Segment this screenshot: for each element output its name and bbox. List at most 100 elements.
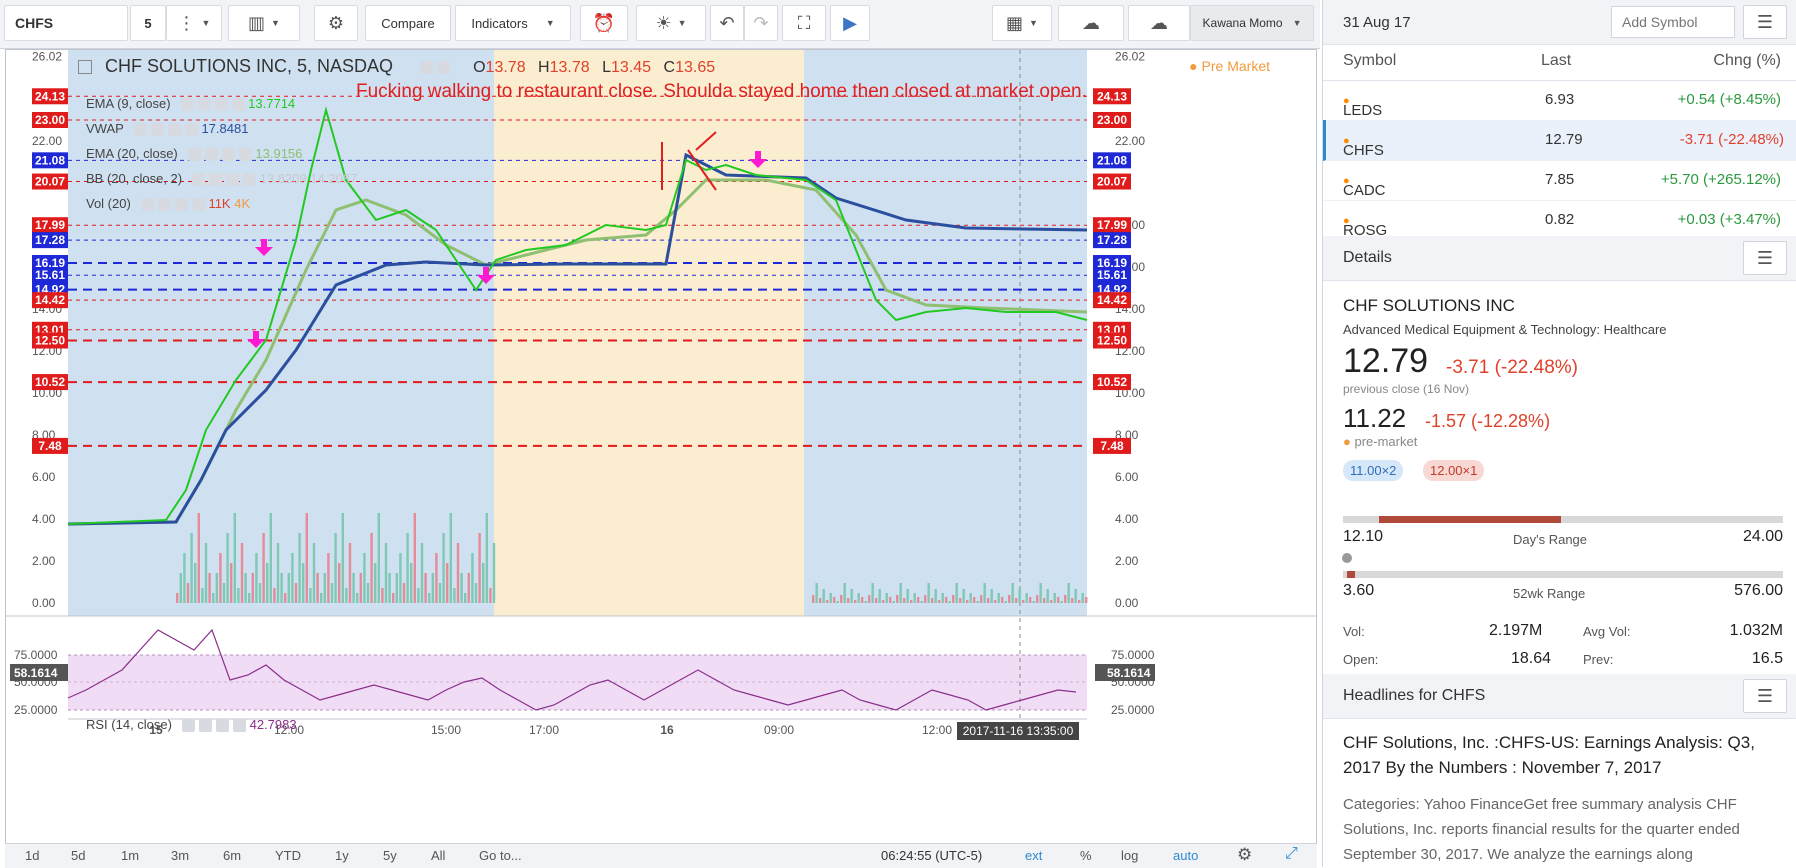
add-symbol-input[interactable] bbox=[1611, 6, 1735, 38]
volume-bar bbox=[1046, 589, 1049, 603]
volume-bar bbox=[833, 597, 836, 603]
volume-bar bbox=[485, 513, 488, 603]
watchlist-row-rosg[interactable]: ROSG ● 0.82 +0.03 (+3.47%) bbox=[1323, 200, 1796, 241]
volume-bar bbox=[875, 598, 878, 603]
watchlist-row-leds[interactable]: LEDS ● 6.93 +0.54 (+8.45%) bbox=[1323, 80, 1796, 121]
auto-toggle[interactable]: auto bbox=[1173, 848, 1198, 863]
fullscreen-button[interactable]: ⛶ bbox=[782, 5, 826, 41]
volume-bar bbox=[341, 513, 344, 603]
chart-area[interactable]: 26.0226.0222.0022.0018.0018.0016.0016.00… bbox=[5, 49, 1317, 859]
range-6m[interactable]: 6m bbox=[223, 848, 241, 863]
volume-stat-label: Vol: bbox=[1343, 624, 1365, 639]
range-3m[interactable]: 3m bbox=[171, 848, 189, 863]
volume-bar bbox=[1050, 600, 1053, 603]
play-icon: ▶ bbox=[843, 12, 857, 33]
volume-bar bbox=[363, 553, 366, 603]
volume-bar bbox=[262, 533, 265, 603]
percent-toggle[interactable]: % bbox=[1080, 848, 1092, 863]
volume-bar bbox=[931, 598, 934, 603]
column-last[interactable]: Last bbox=[1541, 52, 1571, 70]
volume-bar bbox=[413, 513, 416, 603]
eye-icon[interactable] bbox=[420, 60, 434, 74]
volume-bar bbox=[190, 533, 193, 603]
volume-bar bbox=[969, 593, 972, 603]
compare-button[interactable]: Compare bbox=[365, 5, 451, 41]
row-change: +0.54 (+8.45%) bbox=[1677, 91, 1781, 108]
range-1y[interactable]: 1y bbox=[335, 848, 349, 863]
volume-bar bbox=[460, 573, 463, 603]
volume-bar bbox=[868, 595, 871, 603]
volume-bar bbox=[226, 533, 229, 603]
volume-bar bbox=[323, 573, 326, 603]
volume-bar bbox=[208, 573, 211, 603]
chart-style-button[interactable]: ▥ ▼ bbox=[228, 5, 300, 41]
details-menu-button[interactable]: ☰ bbox=[1743, 241, 1787, 275]
watchlist-row-cadc[interactable]: CADC ● 7.85 +5.70 (+265.12%) bbox=[1323, 160, 1796, 201]
volume-bar bbox=[1071, 598, 1074, 603]
watchlist-row-chfs[interactable]: CHFS ● 12.79 -3.71 (-22.48%) bbox=[1323, 120, 1796, 161]
watchlist-menu-button[interactable]: ☰ bbox=[1743, 5, 1787, 39]
volume-bar bbox=[388, 573, 391, 603]
legend-ema20[interactable]: EMA (20, close) 13.9156 bbox=[86, 146, 302, 162]
gear-icon[interactable] bbox=[437, 60, 451, 74]
volume-bar bbox=[258, 583, 262, 603]
range-1m[interactable]: 1m bbox=[121, 848, 139, 863]
layout-button[interactable]: ▦ ▼ bbox=[992, 5, 1052, 41]
bb-label: BB (20, close, 2) bbox=[86, 171, 183, 186]
legend-ema9[interactable]: EMA (9, close) 13.7714 bbox=[86, 96, 295, 112]
log-toggle[interactable]: log bbox=[1121, 848, 1138, 863]
range-ytd[interactable]: YTD bbox=[275, 848, 301, 863]
undo-button[interactable]: ↶ bbox=[710, 5, 744, 41]
alert-button[interactable]: ⏰ bbox=[580, 5, 628, 41]
price-level-label-left: 17.28 bbox=[35, 233, 65, 247]
premarket-dot-icon: ● bbox=[1343, 434, 1351, 449]
range-all[interactable]: All bbox=[431, 848, 445, 863]
chart-annotation-text[interactable]: Fucking walking to restaurant close. Sho… bbox=[356, 81, 1087, 103]
cloud-upload-icon: ☁ bbox=[1150, 12, 1168, 33]
interval-button[interactable]: 5 bbox=[130, 5, 166, 41]
legend-volume[interactable]: Vol (20) 11K 4K bbox=[86, 196, 250, 212]
price-level-label-left: 23.00 bbox=[35, 113, 65, 127]
range-1d[interactable]: 1d bbox=[25, 848, 39, 863]
column-change[interactable]: Chng (%) bbox=[1713, 52, 1781, 70]
ext-toggle[interactable]: ext bbox=[1025, 848, 1042, 863]
symbol-input[interactable]: CHFS bbox=[4, 5, 128, 41]
gear-icon[interactable]: ⚙ bbox=[1237, 845, 1252, 865]
collapse-legend-icon[interactable] bbox=[78, 60, 92, 75]
open-value: 13.78 bbox=[485, 59, 526, 76]
volume-bar bbox=[938, 600, 941, 603]
ideas-button[interactable]: ☀ ▼ bbox=[636, 5, 706, 41]
headlines-menu-button[interactable]: ☰ bbox=[1743, 679, 1787, 713]
volume-bar bbox=[917, 597, 920, 603]
row-change: -3.71 (-22.48%) bbox=[1679, 131, 1784, 148]
legend-rsi[interactable]: RSI (14, close) 42.7983 bbox=[86, 717, 297, 733]
volume-bar bbox=[183, 553, 186, 603]
save-layout-button[interactable]: ☁ bbox=[1128, 5, 1190, 41]
volume-bar bbox=[941, 593, 944, 603]
bb-value: 13.8209 14.2087 bbox=[259, 171, 358, 186]
load-layout-button[interactable]: ☁ bbox=[1058, 5, 1124, 41]
chevron-down-icon: ▼ bbox=[545, 18, 555, 28]
column-symbol[interactable]: Symbol bbox=[1343, 52, 1396, 70]
volume-bar bbox=[948, 601, 951, 603]
redo-button[interactable]: ↷ bbox=[744, 5, 778, 41]
range-5y[interactable]: 5y bbox=[383, 848, 397, 863]
settings-button[interactable]: ⚙ bbox=[314, 5, 358, 41]
indicators-button[interactable]: Indicators ▼ bbox=[455, 5, 571, 41]
layout-name-button[interactable]: Kawana Momo ▼ bbox=[1190, 5, 1314, 41]
goto-button[interactable]: Go to... bbox=[479, 848, 522, 863]
replay-button[interactable]: ▶ bbox=[830, 5, 870, 41]
row-last: 7.85 bbox=[1545, 171, 1575, 188]
volume-bar bbox=[334, 533, 337, 603]
legend-bb[interactable]: BB (20, close, 2) 13.8209 14.2087 bbox=[86, 171, 358, 187]
52wk-range-bar bbox=[1343, 571, 1783, 578]
expand-icon[interactable]: ⤢ bbox=[1285, 845, 1298, 863]
volume-bar bbox=[885, 593, 888, 603]
range-5d[interactable]: 5d bbox=[71, 848, 85, 863]
headline-title[interactable]: CHF Solutions, Inc. :CHFS-US: Earnings A… bbox=[1343, 730, 1783, 780]
row-symbol: LEDS ● bbox=[1343, 95, 1383, 119]
interval-dropdown[interactable]: ⋮ ▼ bbox=[166, 5, 222, 41]
top-toolbar: CHFS 5 ⋮ ▼ ▥ ▼ ⚙ Compare Indicators ▼ ⏰ ☀ ▼ … bbox=[0, 0, 1320, 49]
legend-vwap[interactable]: VWAP 17.8481 bbox=[86, 121, 248, 137]
ema20-label: EMA (20, close) bbox=[86, 146, 178, 161]
